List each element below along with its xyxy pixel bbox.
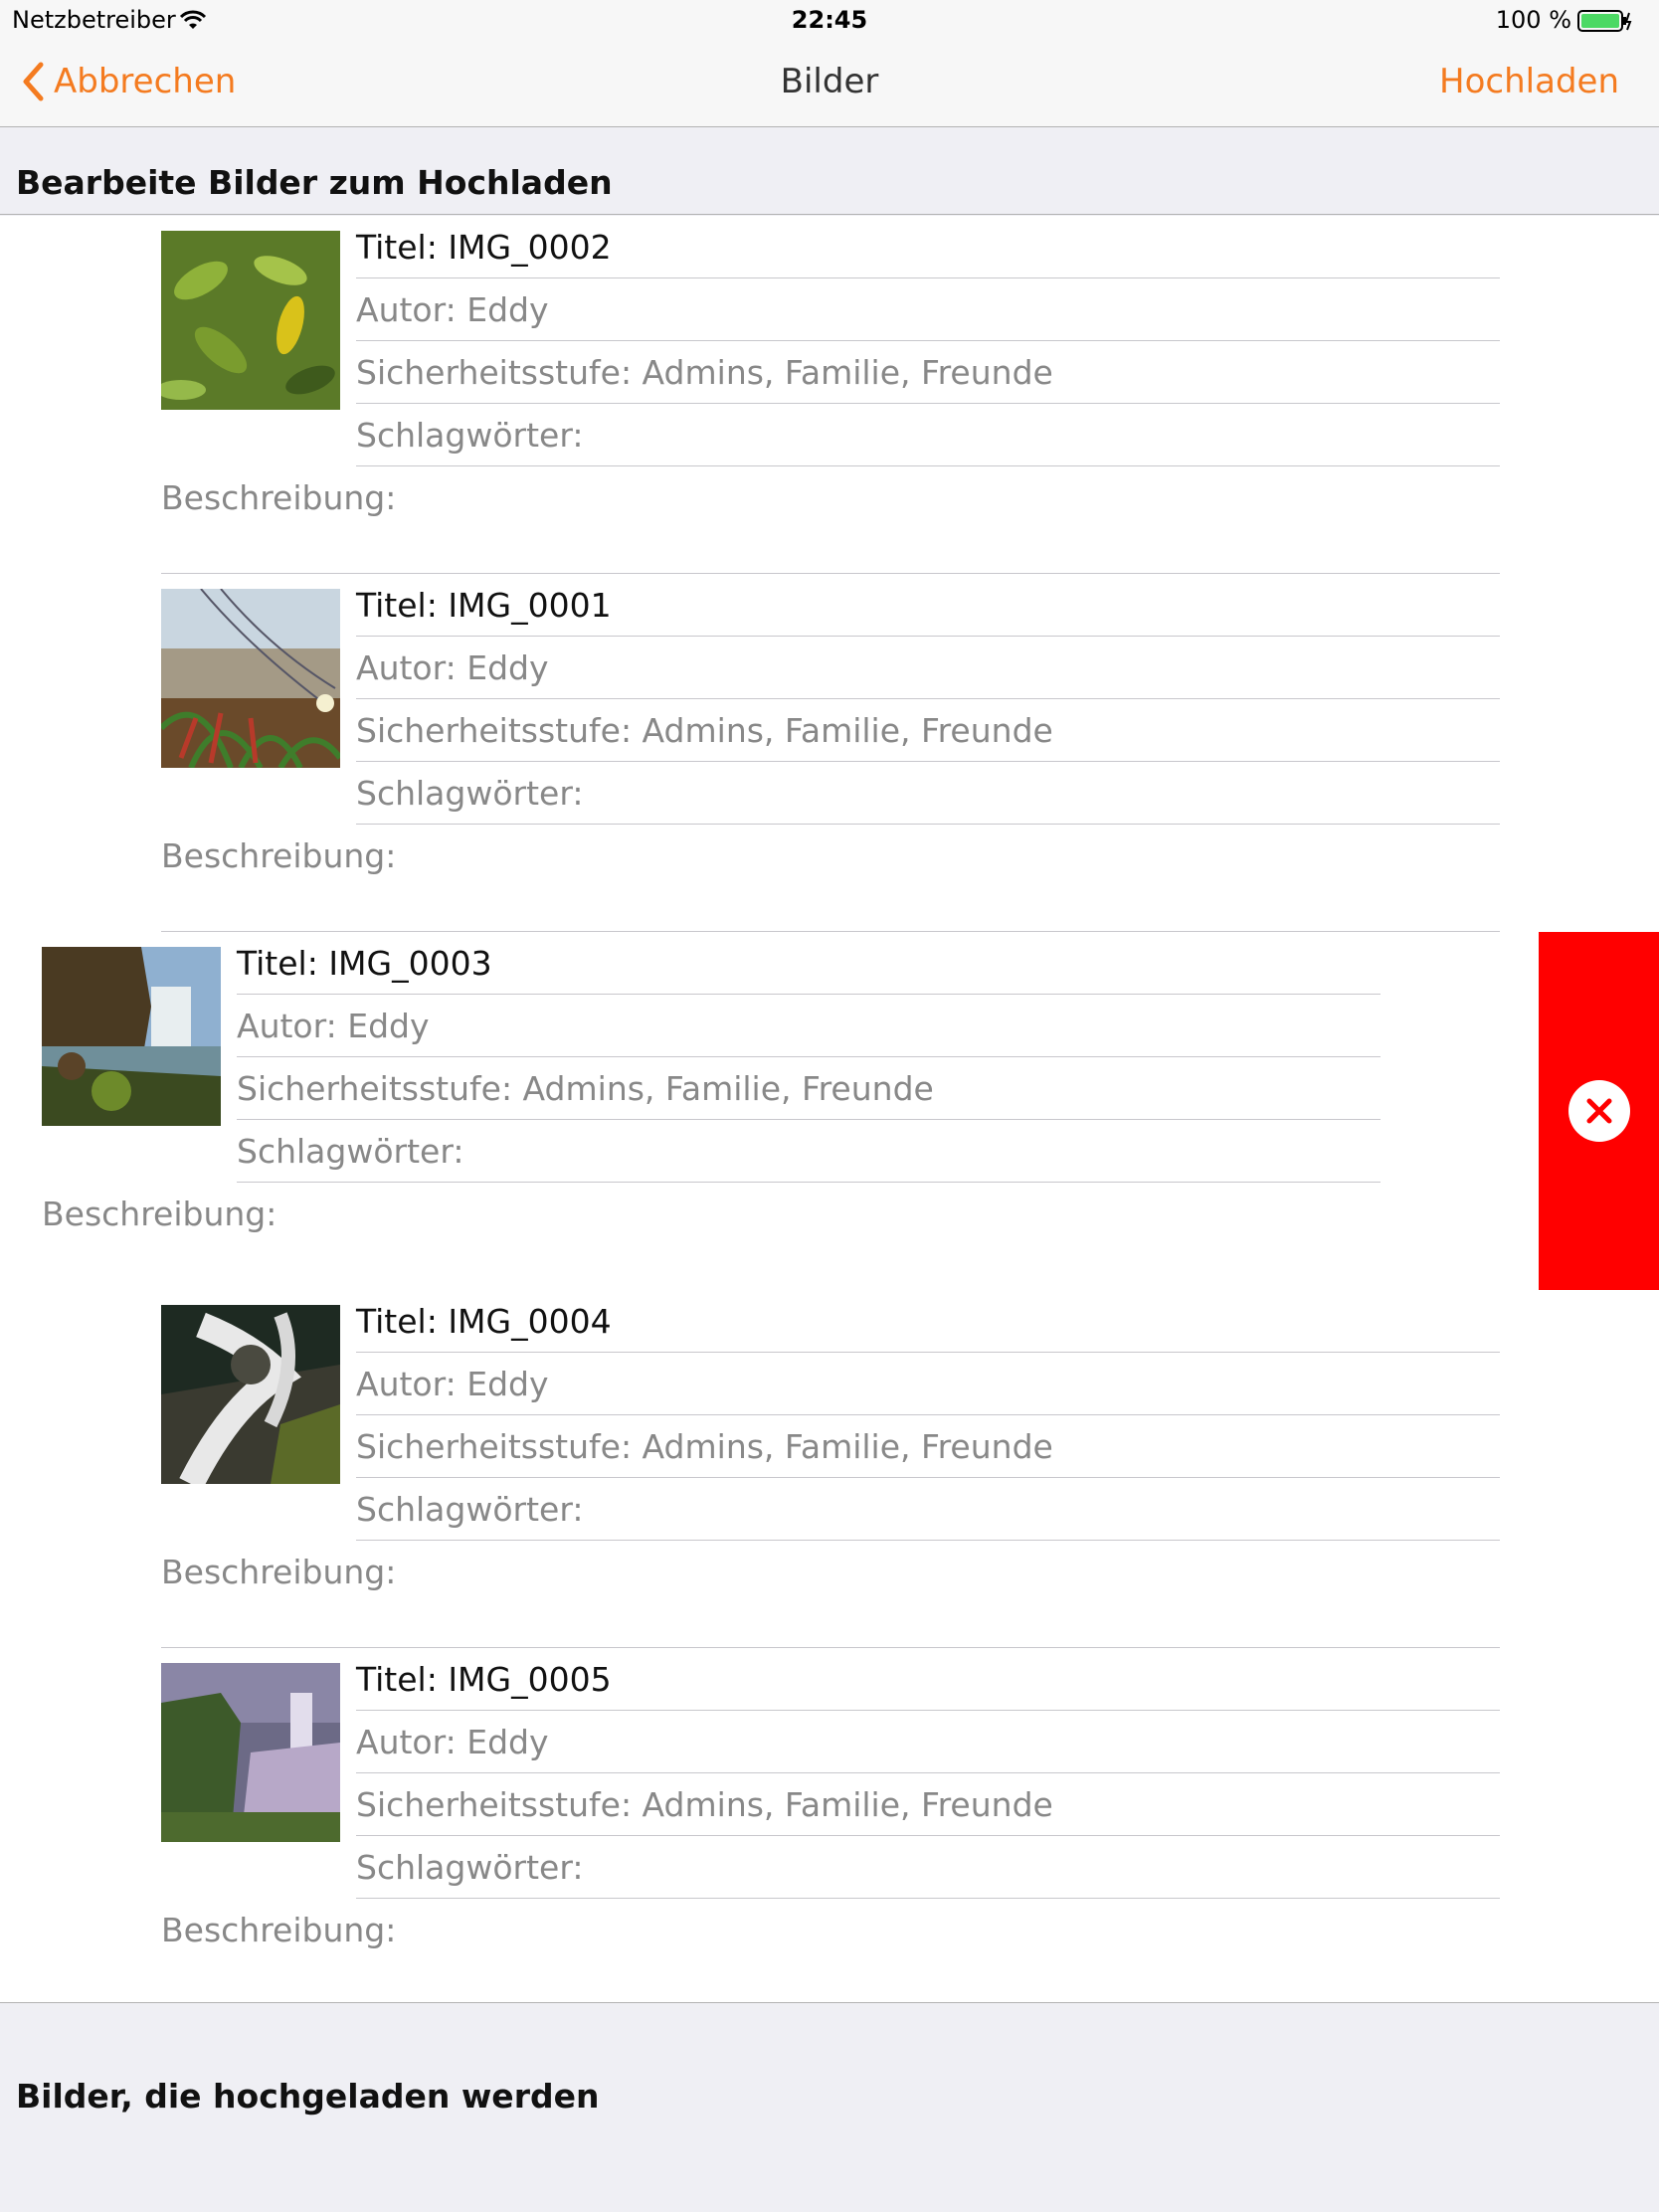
tags-field[interactable]: Schlagwörter: (356, 762, 1500, 825)
tags-field[interactable]: Schlagwörter: (356, 404, 1500, 466)
page-title: Bilder (780, 62, 879, 101)
navigation-bar: Abbrechen Bilder Hochladen (0, 40, 1659, 127)
battery-percent: 100 % (1495, 6, 1571, 34)
section-header-uploading: Bilder, die hochgeladen werden (0, 2003, 1659, 2212)
thumbnail-image[interactable] (161, 1305, 340, 1484)
delete-x-icon (1567, 1080, 1630, 1142)
list-item: Titel: IMG_0001 Autor: Eddy Sicherheitss… (0, 574, 1659, 932)
section-header-edit: Bearbeite Bilder zum Hochladen (0, 127, 1659, 215)
list-item-swiped: Titel: IMG_0003 Autor: Eddy Sicherheitss… (0, 932, 1659, 1290)
description-field[interactable]: Beschreibung: (161, 825, 1500, 932)
thumbnail-image[interactable] (42, 947, 221, 1126)
author-field[interactable]: Autor: Eddy (237, 995, 1381, 1057)
author-field[interactable]: Autor: Eddy (356, 637, 1500, 699)
security-field[interactable]: Sicherheitsstufe: Admins, Familie, Freun… (237, 1057, 1381, 1120)
title-field[interactable]: Titel: IMG_0002 (356, 216, 1500, 278)
author-field[interactable]: Autor: Eddy (356, 1353, 1500, 1415)
description-field[interactable]: Beschreibung: (161, 1541, 1500, 1648)
delete-button[interactable] (1539, 932, 1659, 1290)
image-edit-list: Titel: IMG_0002 Autor: Eddy Sicherheitss… (0, 216, 1659, 2003)
security-field[interactable]: Sicherheitsstufe: Admins, Familie, Freun… (356, 341, 1500, 404)
tags-field[interactable]: Schlagwörter: (237, 1120, 1381, 1183)
list-item: Titel: IMG_0002 Autor: Eddy Sicherheitss… (0, 216, 1659, 574)
battery-icon (1577, 10, 1633, 38)
tags-field[interactable]: Schlagwörter: (356, 1478, 1500, 1541)
upload-button[interactable]: Hochladen (1439, 62, 1619, 101)
list-item: Titel: IMG_0004 Autor: Eddy Sicherheitss… (0, 1290, 1659, 1648)
author-field[interactable]: Autor: Eddy (356, 278, 1500, 341)
status-bar: Netzbetreiber 22:45 100 % (0, 0, 1659, 40)
title-field[interactable]: Titel: IMG_0005 (356, 1648, 1500, 1711)
title-field[interactable]: Titel: IMG_0003 (237, 932, 1381, 995)
security-field[interactable]: Sicherheitsstufe: Admins, Familie, Freun… (356, 699, 1500, 762)
thumbnail-image[interactable] (161, 589, 340, 768)
section-title: Bearbeite Bilder zum Hochladen (16, 163, 613, 202)
title-field[interactable]: Titel: IMG_0004 (356, 1290, 1500, 1353)
author-field[interactable]: Autor: Eddy (356, 1711, 1500, 1773)
description-field[interactable]: Beschreibung: (161, 1899, 1500, 2006)
title-field[interactable]: Titel: IMG_0001 (356, 574, 1500, 637)
security-field[interactable]: Sicherheitsstufe: Admins, Familie, Freun… (356, 1773, 1500, 1836)
description-field[interactable]: Beschreibung: (161, 466, 1500, 574)
description-field[interactable]: Beschreibung: (42, 1183, 1381, 1290)
thumbnail-image[interactable] (161, 1663, 340, 1842)
list-item: Titel: IMG_0005 Autor: Eddy Sicherheitss… (0, 1648, 1659, 2006)
thumbnail-image[interactable] (161, 231, 340, 410)
status-time: 22:45 (791, 6, 868, 34)
tags-field[interactable]: Schlagwörter: (356, 1836, 1500, 1899)
security-field[interactable]: Sicherheitsstufe: Admins, Familie, Freun… (356, 1415, 1500, 1478)
section-title: Bilder, die hochgeladen werden (16, 2077, 600, 2116)
